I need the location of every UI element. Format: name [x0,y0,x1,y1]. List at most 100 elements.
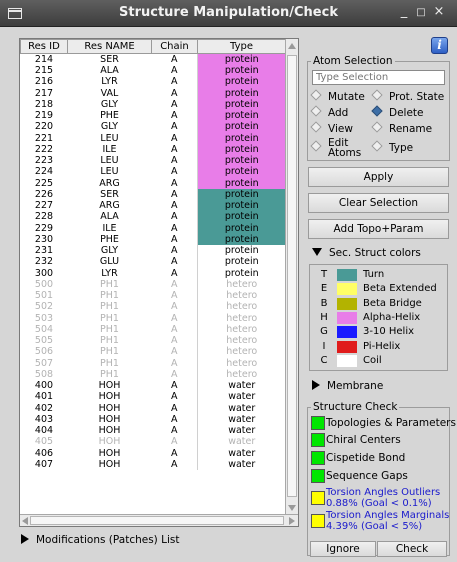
clear-selection-button[interactable]: Clear Selection [308,193,449,213]
table-row[interactable]: 222 ILE Aprotein [21,143,286,155]
column-header-chain[interactable]: Chain [151,39,198,54]
table-row[interactable]: 300 LYR Aprotein [21,267,286,279]
chain-cell: A [171,335,178,347]
chain-cell: A [171,132,178,144]
table-row[interactable]: 218 GLY Aprotein [21,98,286,110]
table-row[interactable]: 230 PHE Aprotein [21,233,286,245]
add-topo-param-button[interactable]: Add Topo+Param [308,219,449,239]
table-row[interactable]: 231 GLY Aprotein [21,245,286,257]
table-row[interactable]: 404 HOH Awater [21,425,286,437]
table-vertical-scrollbar[interactable] [285,39,298,514]
sec-struct-color-swatch[interactable] [337,297,357,310]
radio-label: Prot. State [389,91,445,103]
check-button[interactable]: Check [377,541,447,557]
table-row[interactable]: 220 GLY Aprotein [21,121,286,133]
scroll-down-arrow-icon[interactable] [288,505,296,511]
radio-delete[interactable]: Delete [371,105,424,119]
horizontal-scroll-thumb[interactable] [30,516,284,525]
chain-cell: A [171,256,178,268]
apply-button[interactable]: Apply [308,167,449,187]
radio-add[interactable]: Add [310,105,348,119]
type-selection-input[interactable] [312,70,445,85]
table-row[interactable]: 219 PHE Aprotein [21,110,286,122]
res-name-cell: PH1 [100,346,119,358]
type-cell: protein [197,200,286,212]
sec-struct-colors-label: Sec. Struct colors [329,247,421,259]
table-row[interactable]: 403 HOH Awater [21,413,286,425]
sec-struct-color-swatch[interactable] [337,311,357,324]
chain-cell: A [171,121,178,133]
table-row[interactable]: 504 PH1 Ahetero [21,323,286,335]
vertical-scroll-thumb[interactable] [287,55,297,497]
status-indicator-icon [311,491,325,505]
sec-struct-color-swatch[interactable] [337,354,357,367]
sec-struct-color-swatch[interactable] [337,340,357,353]
chain-cell: A [171,346,178,358]
type-cell: hetero [197,357,286,369]
table-row[interactable]: 232 GLU Aprotein [21,256,286,268]
radio-type[interactable]: Type [371,140,413,154]
scroll-up-arrow-icon[interactable] [288,43,296,49]
radio-mutate[interactable]: Mutate [310,89,365,103]
res-id-cell: 232 [34,256,54,268]
table-row[interactable]: 501 PH1 Ahetero [21,290,286,302]
table-row[interactable]: 227 ARG Aprotein [21,200,286,212]
table-row[interactable]: 215 ALA Aprotein [21,65,286,77]
sec-struct-color-swatch[interactable] [337,269,357,281]
sec-struct-name: Coil [363,354,382,366]
table-row[interactable]: 221 LEU Aprotein [21,132,286,144]
table-row[interactable]: 505 PH1 Ahetero [21,335,286,347]
sec-struct-color-swatch[interactable] [337,326,357,339]
type-cell: hetero [197,335,286,347]
table-row[interactable]: 507 PH1 Ahetero [21,357,286,369]
table-row[interactable]: 214 SER Aprotein [21,53,286,65]
minimize-button[interactable]: _ [397,4,411,19]
table-row[interactable]: 216 LYR Aprotein [21,76,286,88]
column-header-res-id[interactable]: Res ID [20,39,68,54]
scroll-right-arrow-icon[interactable] [289,517,295,525]
type-cell: protein [197,87,286,99]
radio-prot-state[interactable]: Prot. State [371,89,445,103]
maximize-button[interactable]: □ [414,7,428,18]
table-row[interactable]: 401 HOH Awater [21,391,286,403]
res-name-cell: PH1 [100,290,119,302]
structure-check-title: Sequence Gaps [326,470,408,482]
table-row[interactable]: 503 PH1 Ahetero [21,312,286,324]
modifications-list-toggle[interactable]: Modifications (Patches) List [21,534,179,546]
column-header-res-name[interactable]: Res NAME [67,39,152,54]
table-row[interactable]: 229 ILE Aprotein [21,222,286,234]
radio-indicator-icon [310,89,322,101]
radio-rename[interactable]: Rename [371,121,432,135]
table-row[interactable]: 506 PH1 Ahetero [21,346,286,358]
table-row[interactable]: 228 ALA Aprotein [21,211,286,223]
table-row[interactable]: 402 HOH Awater [21,402,286,414]
chain-cell: A [171,166,178,178]
radio-edit-atoms[interactable]: Edit Atoms [310,138,361,159]
table-row[interactable]: 225 ARG Aprotein [21,177,286,189]
table-row[interactable]: 508 PH1 Ahetero [21,368,286,380]
sec-struct-colors-toggle[interactable]: Sec. Struct colors [312,247,421,259]
table-row[interactable]: 407 HOH Awater [21,458,286,470]
title-bar: Structure Manipulation/Check _ □ × [0,0,457,27]
table-row[interactable]: 217 VAL Aprotein [21,87,286,99]
close-button[interactable]: × [432,4,446,19]
ignore-button[interactable]: Ignore [310,541,376,557]
table-row[interactable]: 224 LEU Aprotein [21,166,286,178]
table-horizontal-scrollbar[interactable] [20,514,298,526]
res-name-cell: HOH [98,458,121,470]
table-row[interactable]: 406 HOH Awater [21,447,286,459]
table-row[interactable]: 502 PH1 Ahetero [21,301,286,313]
type-cell: hetero [197,312,286,324]
scroll-left-arrow-icon[interactable] [22,517,28,525]
sec-struct-color-swatch[interactable] [337,283,357,296]
table-row[interactable]: 226 SER Aprotein [21,188,286,200]
table-row[interactable]: 223 LEU Aprotein [21,155,286,167]
table-row[interactable]: 400 HOH Awater [21,380,286,392]
membrane-toggle[interactable]: Membrane [312,380,383,392]
res-name-cell: SER [100,188,119,200]
radio-view[interactable]: View [310,121,353,135]
table-row[interactable]: 500 PH1 Ahetero [21,278,286,290]
table-row[interactable]: 405 HOH Awater [21,436,286,448]
column-header-type[interactable]: Type [197,39,286,54]
info-icon[interactable]: i [431,37,448,54]
